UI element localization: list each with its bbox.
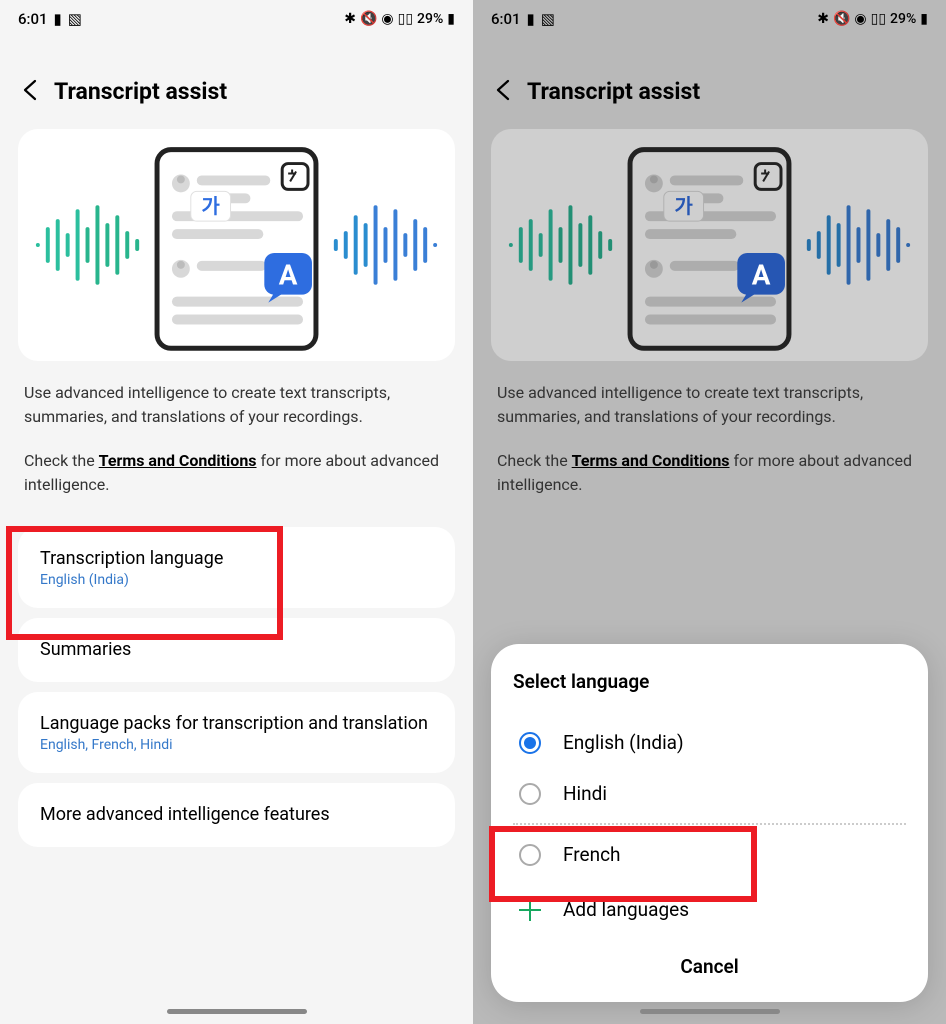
option-title: Language packs for transcription and tra… [40,712,433,735]
option-title: Summaries [40,638,433,661]
hero-illustration: A 가 [18,129,455,361]
option-subtitle: English, French, Hindi [40,737,433,753]
add-languages-button[interactable]: Add languages [513,880,906,939]
battery-percent: 29% [417,11,443,27]
description-2: Check the Terms and Conditions for more … [0,429,473,517]
home-indicator[interactable] [640,1009,780,1014]
svg-text:A: A [752,259,771,292]
radio-icon[interactable] [519,732,541,754]
description-1: Use advanced intelligence to create text… [0,361,473,429]
app-icon-2: ▧ [68,10,82,28]
terms-link[interactable]: Terms and Conditions [99,451,257,470]
page-title: Transcript assist [527,78,700,105]
back-icon[interactable] [22,79,40,105]
option-title: More advanced intelligence features [40,803,433,826]
app-icon-1: ▮ [54,10,62,28]
screenshot-right: 6:01 ▮ ▧ ✱ 🔇 ◉ ▯▯ 29% ▮ Transcript assis… [473,0,946,1024]
app-icon-1: ▮ [527,10,535,28]
page-header: Transcript assist [0,38,473,129]
description-1: Use advanced intelligence to create text… [473,361,946,429]
app-icon-2: ▧ [541,10,555,28]
divider [513,823,906,825]
page-header: Transcript assist [473,38,946,129]
battery-icon: ▮ [447,11,455,27]
more-features-option[interactable]: More advanced intelligence features [18,783,455,846]
status-bar: 6:01 ▮ ▧ ✱ 🔇 ◉ ▯▯ 29% ▮ [0,0,473,38]
page-title: Transcript assist [54,78,227,105]
description-2: Check the Terms and Conditions for more … [473,429,946,517]
battery-percent: 29% [890,11,916,27]
language-packs-option[interactable]: Language packs for transcription and tra… [18,692,455,773]
add-label: Add languages [563,898,689,921]
language-option-hindi[interactable]: Hindi [513,768,906,819]
svg-text:가: 가 [675,195,694,218]
screenshot-left: 6:01 ▮ ▧ ✱ 🔇 ◉ ▯▯ 29% ▮ Transcript assis… [0,0,473,1024]
bluetooth-icon: ✱ [817,11,829,27]
radio-icon[interactable] [519,783,541,805]
wifi-icon: ◉ [854,11,866,27]
status-bar: 6:01 ▮ ▧ ✱ 🔇 ◉ ▯▯ 29% ▮ [473,0,946,38]
radio-icon[interactable] [519,844,541,866]
home-indicator[interactable] [167,1009,307,1014]
plus-icon [519,899,541,921]
language-label: Hindi [563,782,607,805]
option-title: Transcription language [40,547,433,570]
select-language-dialog: Select language English (India) Hindi Fr… [491,644,928,1002]
status-time: 6:01 [18,10,48,28]
svg-text:A: A [279,259,298,292]
mute-icon: 🔇 [360,11,377,27]
svg-text:가: 가 [202,195,221,218]
language-label: English (India) [563,731,684,754]
battery-icon: ▮ [920,11,928,27]
language-option-english[interactable]: English (India) [513,717,906,768]
mute-icon: 🔇 [833,11,850,27]
language-option-french[interactable]: French [513,829,906,880]
language-label: French [563,843,621,866]
back-icon[interactable] [495,79,513,105]
dialog-title: Select language [513,670,906,693]
signal-icon: ▯▯ [871,11,886,27]
bluetooth-icon: ✱ [344,11,356,27]
summaries-option[interactable]: Summaries [18,618,455,681]
terms-link[interactable]: Terms and Conditions [572,451,730,470]
signal-icon: ▯▯ [398,11,413,27]
transcription-language-option[interactable]: Transcription language English (India) [18,527,455,608]
hero-illustration: A 가 [491,129,928,361]
wifi-icon: ◉ [381,11,393,27]
option-subtitle: English (India) [40,572,433,588]
status-time: 6:01 [491,10,521,28]
cancel-button[interactable]: Cancel [513,939,906,984]
